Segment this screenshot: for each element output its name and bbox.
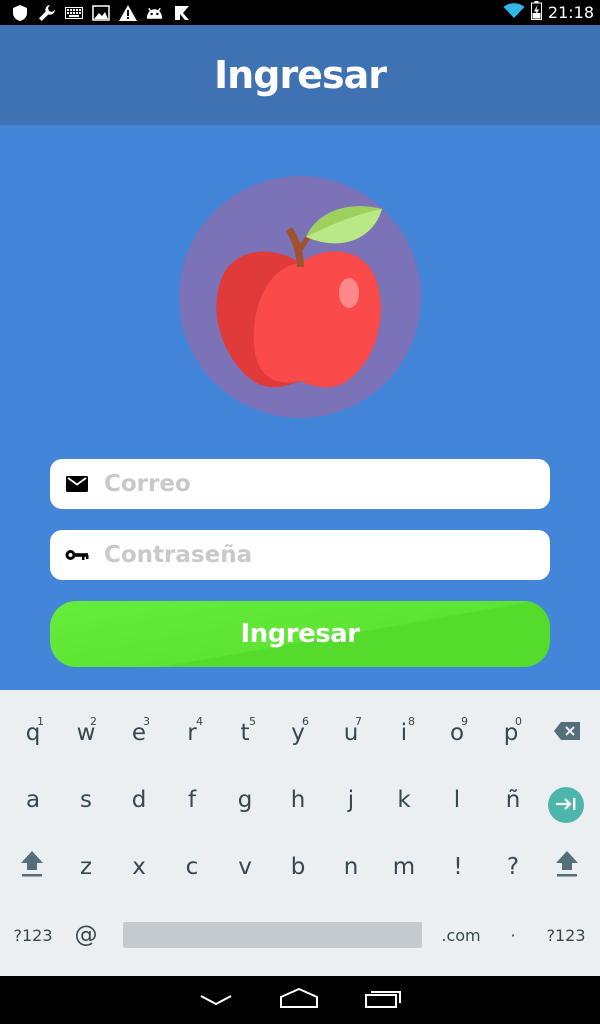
symbols-key-right[interactable]: ?123 xyxy=(541,905,591,965)
email-input[interactable] xyxy=(104,471,524,497)
key-v[interactable]: v xyxy=(220,837,270,897)
key-f[interactable]: f xyxy=(167,770,217,830)
key-s[interactable]: s xyxy=(61,770,111,830)
key-g[interactable]: g xyxy=(220,770,270,830)
clock: 21:18 xyxy=(547,3,594,22)
key-a[interactable]: a xyxy=(8,770,58,830)
shift-icon xyxy=(555,850,579,884)
login-screen: Ingresar Ingresar xyxy=(0,25,600,690)
apple-logo xyxy=(178,175,422,419)
home-button[interactable] xyxy=(269,984,329,1016)
email-field[interactable] xyxy=(50,459,550,509)
shift-key-right[interactable] xyxy=(542,837,592,897)
wifi-icon xyxy=(503,2,525,23)
email-icon xyxy=(50,459,104,509)
key-q[interactable]: q1 xyxy=(8,703,58,763)
password-input[interactable] xyxy=(104,542,524,568)
shift-icon xyxy=(20,850,44,884)
key-l[interactable]: l xyxy=(432,770,482,830)
navigation-bar xyxy=(0,976,600,1024)
next-field-button[interactable] xyxy=(548,787,584,823)
keyboard-icon xyxy=(64,3,83,22)
notification-icons xyxy=(10,3,191,22)
key-x[interactable]: x xyxy=(114,837,164,897)
key-i[interactable]: i8 xyxy=(379,703,429,763)
image-icon xyxy=(91,3,110,22)
warning-icon xyxy=(118,3,137,22)
key-exclamation[interactable]: ! xyxy=(433,837,483,897)
key-k[interactable]: k xyxy=(379,770,429,830)
soft-keyboard: q1 w2 e3 r4 t5 y6 u7 i8 o9 p0 a s d f g … xyxy=(0,690,600,976)
key-w[interactable]: w2 xyxy=(61,703,111,763)
home-icon xyxy=(280,987,318,1012)
key-p[interactable]: p0 xyxy=(486,703,536,763)
password-field[interactable] xyxy=(50,530,550,580)
shift-key-left[interactable] xyxy=(7,837,57,897)
wrench-icon xyxy=(37,3,56,22)
android-icon xyxy=(145,3,164,22)
system-status: 21:18 xyxy=(503,1,594,24)
backspace-icon xyxy=(554,720,580,746)
key-c[interactable]: c xyxy=(167,837,217,897)
key-r[interactable]: r4 xyxy=(167,703,217,763)
shield-icon xyxy=(10,3,29,22)
key-d[interactable]: d xyxy=(114,770,164,830)
app-bar: Ingresar xyxy=(0,25,600,125)
key-at[interactable]: @ xyxy=(61,905,111,965)
recents-icon xyxy=(365,988,403,1012)
page-title: Ingresar xyxy=(214,53,387,97)
back-button[interactable] xyxy=(186,984,246,1016)
key-y[interactable]: y6 xyxy=(273,703,323,763)
key-icon xyxy=(50,530,104,580)
key-o[interactable]: o9 xyxy=(432,703,482,763)
status-bar: 21:18 xyxy=(0,0,600,25)
key-question[interactable]: ? xyxy=(488,837,538,897)
symbols-key-left[interactable]: ?123 xyxy=(8,905,58,965)
key-t[interactable]: t5 xyxy=(220,703,270,763)
key-n-tilde[interactable]: ñ xyxy=(488,770,538,830)
backspace-key[interactable] xyxy=(542,703,592,763)
key-e[interactable]: e3 xyxy=(114,703,164,763)
key-b[interactable]: b xyxy=(273,837,323,897)
space-bar[interactable] xyxy=(123,922,422,948)
store-icon xyxy=(172,3,191,22)
recents-button[interactable] xyxy=(354,984,414,1016)
key-n[interactable]: n xyxy=(326,837,376,897)
key-dotcom[interactable]: .com xyxy=(436,905,486,965)
key-dot[interactable]: · xyxy=(488,905,538,965)
key-m[interactable]: m xyxy=(379,837,429,897)
tab-next-icon xyxy=(555,796,577,815)
key-h[interactable]: h xyxy=(273,770,323,830)
key-u[interactable]: u7 xyxy=(326,703,376,763)
back-chevron-icon xyxy=(200,991,232,1010)
key-z[interactable]: z xyxy=(61,837,111,897)
key-j[interactable]: j xyxy=(326,770,376,830)
login-button[interactable]: Ingresar xyxy=(50,601,550,667)
battery-charging-icon xyxy=(530,1,542,24)
